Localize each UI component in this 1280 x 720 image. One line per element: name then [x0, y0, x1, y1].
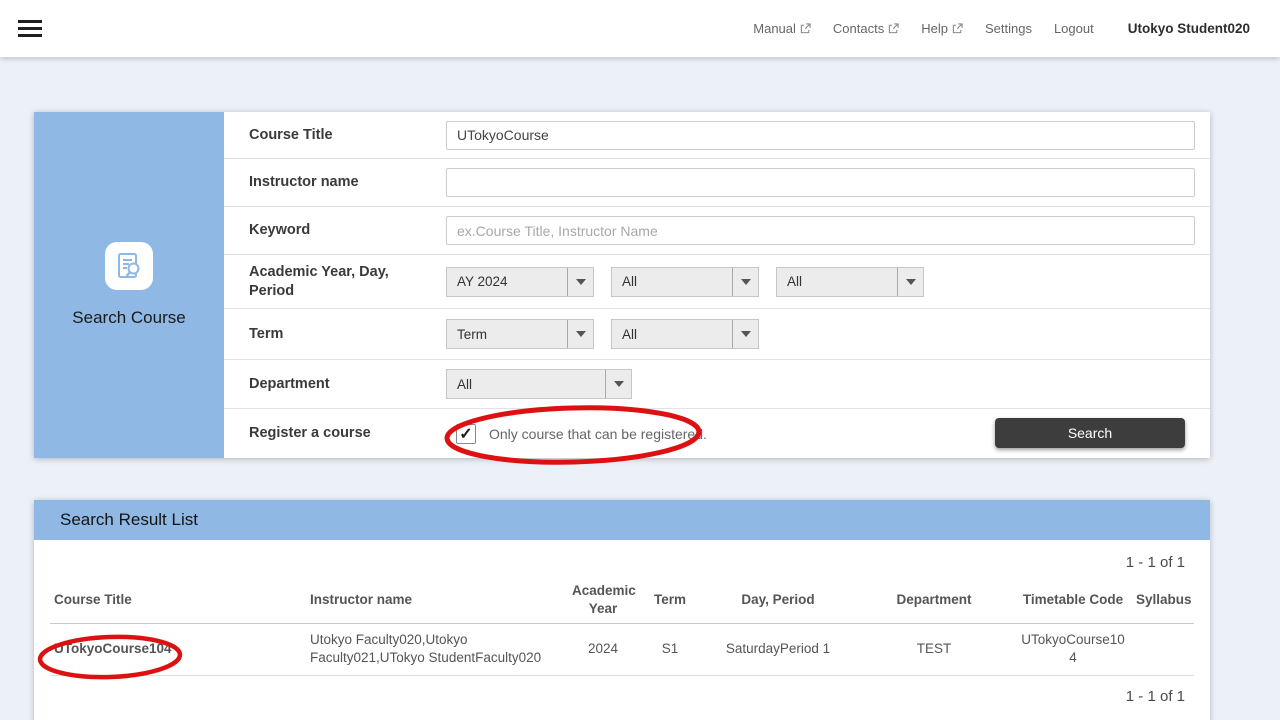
results-table: Course Title Instructor name Academic Ye… — [50, 577, 1194, 676]
nav-link-label: Manual — [753, 21, 796, 36]
table-header-row: Course Title Instructor name Academic Ye… — [50, 577, 1194, 623]
logged-in-username: Utokyo Student020 — [1128, 21, 1250, 36]
external-link-icon — [952, 23, 963, 34]
menu-bar — [18, 27, 42, 30]
column-header-instructor: Instructor name — [306, 577, 568, 623]
nav-link-label: Logout — [1054, 21, 1094, 36]
panel-title: Search Course — [72, 308, 185, 328]
register-checkbox[interactable] — [456, 424, 476, 444]
form-row-instructor: Instructor name — [224, 159, 1210, 207]
chevron-down-icon — [567, 268, 593, 296]
term-type-select[interactable]: Term — [446, 319, 594, 349]
nav-link-settings[interactable]: Settings — [985, 21, 1032, 36]
chevron-down-icon — [732, 268, 758, 296]
register-checkbox-label: Only course that can be registered. — [489, 426, 707, 442]
nav-link-label: Contacts — [833, 21, 884, 36]
chevron-down-icon — [605, 370, 631, 398]
chevron-down-icon — [732, 320, 758, 348]
external-link-icon — [888, 23, 899, 34]
menu-bar — [18, 34, 42, 37]
nav-link-logout[interactable]: Logout — [1054, 21, 1094, 36]
form-row-register: Register a course Only course that can b… — [224, 409, 1210, 458]
column-header-timetable-code: Timetable Code — [1014, 577, 1132, 623]
column-header-term: Term — [638, 577, 702, 623]
top-navigation: Manual Contacts Help Settings Logout Uto… — [753, 21, 1280, 36]
instructor-name-input[interactable] — [446, 168, 1195, 197]
search-result-body: 1 - 1 of 1 Course Title Instructor name … — [34, 540, 1210, 705]
search-result-title: Search Result List — [60, 510, 198, 530]
cell-day-period: SaturdayPeriod 1 — [702, 623, 854, 675]
term-value-select[interactable]: All — [611, 319, 759, 349]
nav-link-help[interactable]: Help — [921, 21, 963, 36]
column-header-academic-year: Academic Year — [568, 577, 638, 623]
chevron-down-icon — [897, 268, 923, 296]
field-label: Instructor name — [249, 173, 446, 191]
nav-link-contacts[interactable]: Contacts — [833, 21, 899, 36]
search-form: Course Title Instructor name Keyword Aca… — [224, 112, 1210, 458]
field-label: Course Title — [249, 126, 446, 144]
cell-timetable-code: UTokyoCourse104 — [1014, 623, 1132, 675]
nav-link-label: Settings — [985, 21, 1032, 36]
cell-academic-year: 2024 — [568, 623, 638, 675]
cell-syllabus — [1132, 623, 1194, 675]
form-row-keyword: Keyword — [224, 207, 1210, 255]
field-label: Register a course — [249, 424, 446, 442]
selected-value: Term — [447, 320, 567, 348]
pagination-top: 1 - 1 of 1 — [50, 554, 1185, 571]
period-select[interactable]: All — [776, 267, 924, 297]
cell-course-title[interactable]: UTokyoCourse104 — [50, 623, 306, 675]
search-course-panel: Search Course Course Title Instructor na… — [34, 112, 1210, 458]
search-result-panel: Search Result List 1 - 1 of 1 Course Tit… — [34, 500, 1210, 720]
selected-value: All — [447, 370, 605, 398]
search-button[interactable]: Search — [995, 418, 1185, 448]
form-row-course-title: Course Title — [224, 112, 1210, 159]
academic-year-select[interactable]: AY 2024 — [446, 267, 594, 297]
chevron-down-icon — [567, 320, 593, 348]
cell-instructor: Utokyo Faculty020,Utokyo Faculty021,UTok… — [306, 623, 568, 675]
external-link-icon — [800, 23, 811, 34]
day-select[interactable]: All — [611, 267, 759, 297]
column-header-day-period: Day, Period — [702, 577, 854, 623]
selected-value: All — [777, 268, 897, 296]
course-title-input[interactable] — [446, 121, 1195, 150]
selected-value: All — [612, 320, 732, 348]
search-course-sidebar: Search Course — [34, 112, 224, 458]
cell-term: S1 — [638, 623, 702, 675]
form-row-department: Department All — [224, 360, 1210, 409]
column-header-syllabus: Syllabus — [1132, 577, 1194, 623]
selected-value: AY 2024 — [447, 268, 567, 296]
topbar: Manual Contacts Help Settings Logout Uto… — [0, 0, 1280, 57]
nav-link-label: Help — [921, 21, 948, 36]
pagination-bottom: 1 - 1 of 1 — [50, 688, 1185, 705]
nav-link-manual[interactable]: Manual — [753, 21, 811, 36]
keyword-input[interactable] — [446, 216, 1195, 245]
field-label: Department — [249, 375, 446, 393]
table-row: UTokyoCourse104 Utokyo Faculty020,Utokyo… — [50, 623, 1194, 675]
form-row-term: Term Term All — [224, 309, 1210, 360]
menu-bar — [18, 20, 42, 23]
field-label: Keyword — [249, 221, 446, 239]
field-label: Academic Year, Day, Period — [249, 263, 446, 299]
form-row-academic-year-day-period: Academic Year, Day, Period AY 2024 All A… — [224, 255, 1210, 309]
selected-value: All — [612, 268, 732, 296]
search-result-header: Search Result List — [34, 500, 1210, 540]
department-select[interactable]: All — [446, 369, 632, 399]
column-header-department: Department — [854, 577, 1014, 623]
cell-department: TEST — [854, 623, 1014, 675]
search-course-icon — [105, 242, 153, 290]
field-label: Term — [249, 325, 446, 343]
menu-icon[interactable] — [18, 16, 44, 41]
column-header-course-title: Course Title — [50, 577, 306, 623]
